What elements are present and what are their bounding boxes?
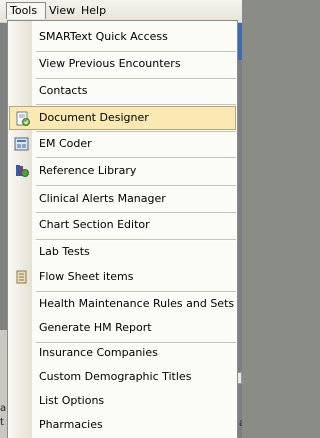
reference-library-icon xyxy=(14,163,30,179)
menu-item-clinical-alerts-manager[interactable]: Clinical Alerts Manager xyxy=(9,187,236,211)
menu-item-label: Generate HM Report xyxy=(39,321,152,334)
menu-item-contacts[interactable]: Contacts xyxy=(9,79,236,103)
em-coder-icon xyxy=(14,136,30,152)
menu-item-label: Lab Tests xyxy=(39,245,90,258)
menu-item-custom-demographic-titles[interactable]: Custom Demographic Titles xyxy=(9,365,236,389)
menu-item-smartext-quick-access[interactable]: SMARText Quick Access xyxy=(9,25,236,49)
menu-item-label: Chart Section Editor xyxy=(39,218,150,231)
menu-tools[interactable]: Tools xyxy=(6,2,46,19)
menu-item-insurance-companies[interactable]: Insurance Companies xyxy=(9,341,236,365)
menu-item-view-previous-encounters[interactable]: View Previous Encounters xyxy=(9,52,236,76)
menu-item-chart-section-editor[interactable]: Chart Section Editor xyxy=(9,213,236,237)
menu-item-em-coder[interactable]: EM Coder xyxy=(9,132,236,156)
menu-item-flow-sheet-items[interactable]: Flow Sheet items xyxy=(9,265,236,289)
menu-item-reference-library[interactable]: Reference Library xyxy=(9,159,236,183)
menu-item-lab-tests[interactable]: Lab Tests xyxy=(9,240,236,264)
menu-item-document-designer[interactable]: Document Designer xyxy=(9,106,236,130)
menu-item-label: EM Coder xyxy=(39,137,92,150)
menu-item-label: Reference Library xyxy=(39,164,137,177)
menu-item-label: Flow Sheet items xyxy=(39,270,134,283)
background-text: a xyxy=(239,418,242,429)
menu-view[interactable]: View xyxy=(46,3,78,19)
menu-item-health-maintenance-rules-and-sets[interactable]: Health Maintenance Rules and Sets xyxy=(9,292,236,316)
flow-sheet-icon xyxy=(14,269,30,285)
tools-dropdown-menu: SMARText Quick Access View Previous Enco… xyxy=(7,20,238,438)
menu-item-label: Pharmacies xyxy=(39,418,103,431)
menu-help[interactable]: Help xyxy=(78,3,109,19)
menu-item-label: SMARText Quick Access xyxy=(39,30,168,43)
menu-item-label: List Options xyxy=(39,394,105,407)
menu-item-generate-hm-report[interactable]: Generate HM Report xyxy=(9,316,236,340)
background-titlebar-fragment xyxy=(238,22,242,60)
menu-item-label: Contacts xyxy=(39,84,88,97)
menu-item-pharmacies[interactable]: Pharmacies xyxy=(9,413,236,437)
menu-item-label: Health Maintenance Rules and Sets xyxy=(39,297,235,310)
menu-item-label: Clinical Alerts Manager xyxy=(39,192,166,205)
menu-item-label: Custom Demographic Titles xyxy=(39,370,192,383)
menu-item-label: Insurance Companies xyxy=(39,346,158,359)
document-designer-icon xyxy=(15,111,31,127)
menu-item-list-options[interactable]: List Options xyxy=(9,389,236,413)
menu-item-label: Document Designer xyxy=(39,111,149,124)
menu-item-label: View Previous Encounters xyxy=(39,57,181,70)
